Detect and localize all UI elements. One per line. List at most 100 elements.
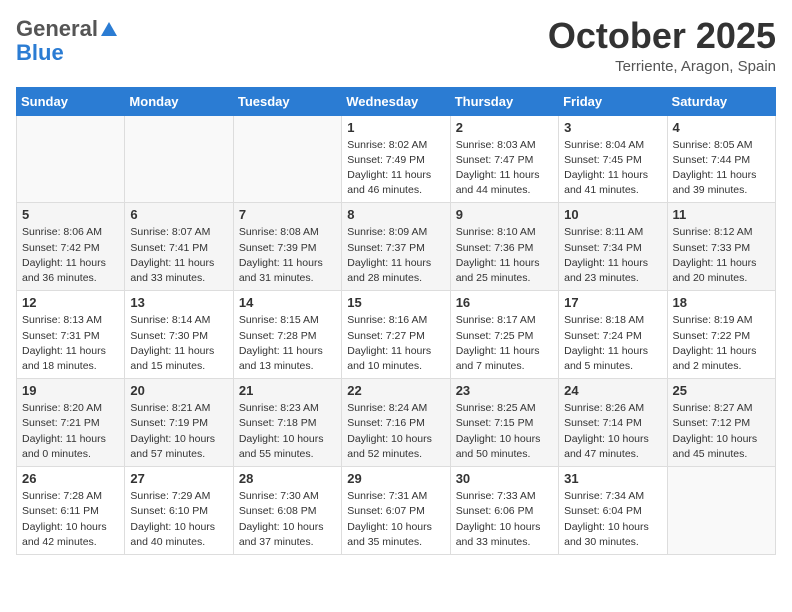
day-info: Sunrise: 8:19 AMSunset: 7:22 PMDaylight:… [673, 313, 770, 374]
day-number: 5 [22, 207, 119, 222]
header-thursday: Thursday [450, 87, 558, 115]
table-row: 20 Sunrise: 8:21 AMSunset: 7:19 PMDayligh… [125, 379, 233, 467]
day-info: Sunrise: 8:05 AMSunset: 7:44 PMDaylight:… [673, 138, 770, 199]
table-row: 27 Sunrise: 7:29 AMSunset: 6:10 PMDayligh… [125, 467, 233, 555]
day-info: Sunrise: 8:26 AMSunset: 7:14 PMDaylight:… [564, 401, 661, 462]
day-number: 19 [22, 383, 119, 398]
day-number: 22 [347, 383, 444, 398]
calendar-table: Sunday Monday Tuesday Wednesday Thursday… [16, 87, 776, 555]
day-number: 11 [673, 207, 770, 222]
day-info: Sunrise: 8:08 AMSunset: 7:39 PMDaylight:… [239, 225, 336, 286]
day-number: 25 [673, 383, 770, 398]
table-row: 8Sunrise: 8:09 AMSunset: 7:37 PMDaylight… [342, 203, 450, 291]
day-info: Sunrise: 8:14 AMSunset: 7:30 PMDaylight:… [130, 313, 227, 374]
table-row: 1 Sunrise: 8:02 AMSunset: 7:49 PMDaylight… [342, 115, 450, 203]
logo: General Blue [16, 16, 118, 66]
day-info: Sunrise: 7:34 AMSunset: 6:04 PMDaylight:… [564, 489, 661, 550]
table-row [233, 115, 341, 203]
table-row: 28Sunrise: 7:30 AMSunset: 6:08 PMDayligh… [233, 467, 341, 555]
table-row: 6Sunrise: 8:07 AMSunset: 7:41 PMDaylight… [125, 203, 233, 291]
day-number: 9 [456, 207, 553, 222]
day-number: 2 [456, 120, 553, 135]
day-number: 20 [130, 383, 227, 398]
table-row: 9Sunrise: 8:10 AMSunset: 7:36 PMDaylight… [450, 203, 558, 291]
day-number: 3 [564, 120, 661, 135]
table-row: 4 Sunrise: 8:05 AMSunset: 7:44 PMDaylight… [667, 115, 775, 203]
header-tuesday: Tuesday [233, 87, 341, 115]
table-row: 24 Sunrise: 8:26 AMSunset: 7:14 PMDayligh… [559, 379, 667, 467]
logo-blue-text: Blue [16, 40, 64, 65]
day-number: 15 [347, 295, 444, 310]
day-number: 12 [22, 295, 119, 310]
table-row: 30 Sunrise: 7:33 AMSunset: 6:06 PMDayligh… [450, 467, 558, 555]
table-row: 5Sunrise: 8:06 AMSunset: 7:42 PMDaylight… [17, 203, 125, 291]
day-number: 1 [347, 120, 444, 135]
day-info: Sunrise: 8:11 AMSunset: 7:34 PMDaylight:… [564, 225, 661, 286]
table-row: 18 Sunrise: 8:19 AMSunset: 7:22 PMDayligh… [667, 291, 775, 379]
day-number: 10 [564, 207, 661, 222]
day-info: Sunrise: 8:20 AMSunset: 7:21 PMDaylight:… [22, 401, 119, 462]
day-number: 24 [564, 383, 661, 398]
header-saturday: Saturday [667, 87, 775, 115]
day-number: 4 [673, 120, 770, 135]
table-row [125, 115, 233, 203]
title-area: October 2025 Terriente, Aragon, Spain [548, 16, 776, 75]
day-number: 26 [22, 471, 119, 486]
table-row: 11 Sunrise: 8:12 AMSunset: 7:33 PMDayligh… [667, 203, 775, 291]
day-info: Sunrise: 7:30 AMSunset: 6:08 PMDaylight:… [239, 489, 336, 550]
day-info: Sunrise: 8:07 AMSunset: 7:41 PMDaylight:… [130, 225, 227, 286]
calendar-week-row: 1 Sunrise: 8:02 AMSunset: 7:49 PMDaylight… [17, 115, 776, 203]
location-text: Terriente, Aragon, Spain [548, 58, 776, 75]
table-row: 19 Sunrise: 8:20 AMSunset: 7:21 PMDayligh… [17, 379, 125, 467]
day-info: Sunrise: 8:15 AMSunset: 7:28 PMDaylight:… [239, 313, 336, 374]
table-row: 13 Sunrise: 8:14 AMSunset: 7:30 PMDayligh… [125, 291, 233, 379]
day-info: Sunrise: 7:29 AMSunset: 6:10 PMDaylight:… [130, 489, 227, 550]
day-number: 13 [130, 295, 227, 310]
day-number: 31 [564, 471, 661, 486]
table-row [667, 467, 775, 555]
table-row: 15Sunrise: 8:16 AMSunset: 7:27 PMDayligh… [342, 291, 450, 379]
table-row: 25Sunrise: 8:27 AMSunset: 7:12 PMDayligh… [667, 379, 775, 467]
header-friday: Friday [559, 87, 667, 115]
table-row [17, 115, 125, 203]
day-number: 7 [239, 207, 336, 222]
day-info: Sunrise: 8:03 AMSunset: 7:47 PMDaylight:… [456, 138, 553, 199]
day-number: 16 [456, 295, 553, 310]
day-info: Sunrise: 8:02 AMSunset: 7:49 PMDaylight:… [347, 138, 444, 199]
table-row: 2 Sunrise: 8:03 AMSunset: 7:47 PMDaylight… [450, 115, 558, 203]
table-row: 17 Sunrise: 8:18 AMSunset: 7:24 PMDayligh… [559, 291, 667, 379]
day-number: 18 [673, 295, 770, 310]
table-row: 7 Sunrise: 8:08 AMSunset: 7:39 PMDaylight… [233, 203, 341, 291]
header-sunday: Sunday [17, 87, 125, 115]
header-wednesday: Wednesday [342, 87, 450, 115]
day-info: Sunrise: 8:18 AMSunset: 7:24 PMDaylight:… [564, 313, 661, 374]
table-row: 14 Sunrise: 8:15 AMSunset: 7:28 PMDayligh… [233, 291, 341, 379]
day-number: 17 [564, 295, 661, 310]
header-monday: Monday [125, 87, 233, 115]
logo-icon [100, 20, 118, 38]
table-row: 22 Sunrise: 8:24 AMSunset: 7:16 PMDayligh… [342, 379, 450, 467]
day-info: Sunrise: 8:09 AMSunset: 7:37 PMDaylight:… [347, 225, 444, 286]
table-row: 12Sunrise: 8:13 AMSunset: 7:31 PMDayligh… [17, 291, 125, 379]
table-row: 31 Sunrise: 7:34 AMSunset: 6:04 PMDayligh… [559, 467, 667, 555]
day-info: Sunrise: 7:33 AMSunset: 6:06 PMDaylight:… [456, 489, 553, 550]
day-info: Sunrise: 8:12 AMSunset: 7:33 PMDaylight:… [673, 225, 770, 286]
table-row: 3Sunrise: 8:04 AMSunset: 7:45 PMDaylight… [559, 115, 667, 203]
day-number: 14 [239, 295, 336, 310]
weekday-header-row: Sunday Monday Tuesday Wednesday Thursday… [17, 87, 776, 115]
calendar-week-row: 26 Sunrise: 7:28 AMSunset: 6:11 PMDayligh… [17, 467, 776, 555]
calendar-week-row: 5Sunrise: 8:06 AMSunset: 7:42 PMDaylight… [17, 203, 776, 291]
day-info: Sunrise: 8:21 AMSunset: 7:19 PMDaylight:… [130, 401, 227, 462]
day-info: Sunrise: 7:28 AMSunset: 6:11 PMDaylight:… [22, 489, 119, 550]
day-info: Sunrise: 8:25 AMSunset: 7:15 PMDaylight:… [456, 401, 553, 462]
page-header: General Blue October 2025 Terriente, Ara… [16, 16, 776, 75]
table-row: 10 Sunrise: 8:11 AMSunset: 7:34 PMDayligh… [559, 203, 667, 291]
month-title: October 2025 [548, 16, 776, 56]
table-row: 16 Sunrise: 8:17 AMSunset: 7:25 PMDayligh… [450, 291, 558, 379]
day-number: 27 [130, 471, 227, 486]
day-info: Sunrise: 8:24 AMSunset: 7:16 PMDaylight:… [347, 401, 444, 462]
day-info: Sunrise: 8:17 AMSunset: 7:25 PMDaylight:… [456, 313, 553, 374]
table-row: 21Sunrise: 8:23 AMSunset: 7:18 PMDayligh… [233, 379, 341, 467]
day-number: 30 [456, 471, 553, 486]
day-number: 23 [456, 383, 553, 398]
